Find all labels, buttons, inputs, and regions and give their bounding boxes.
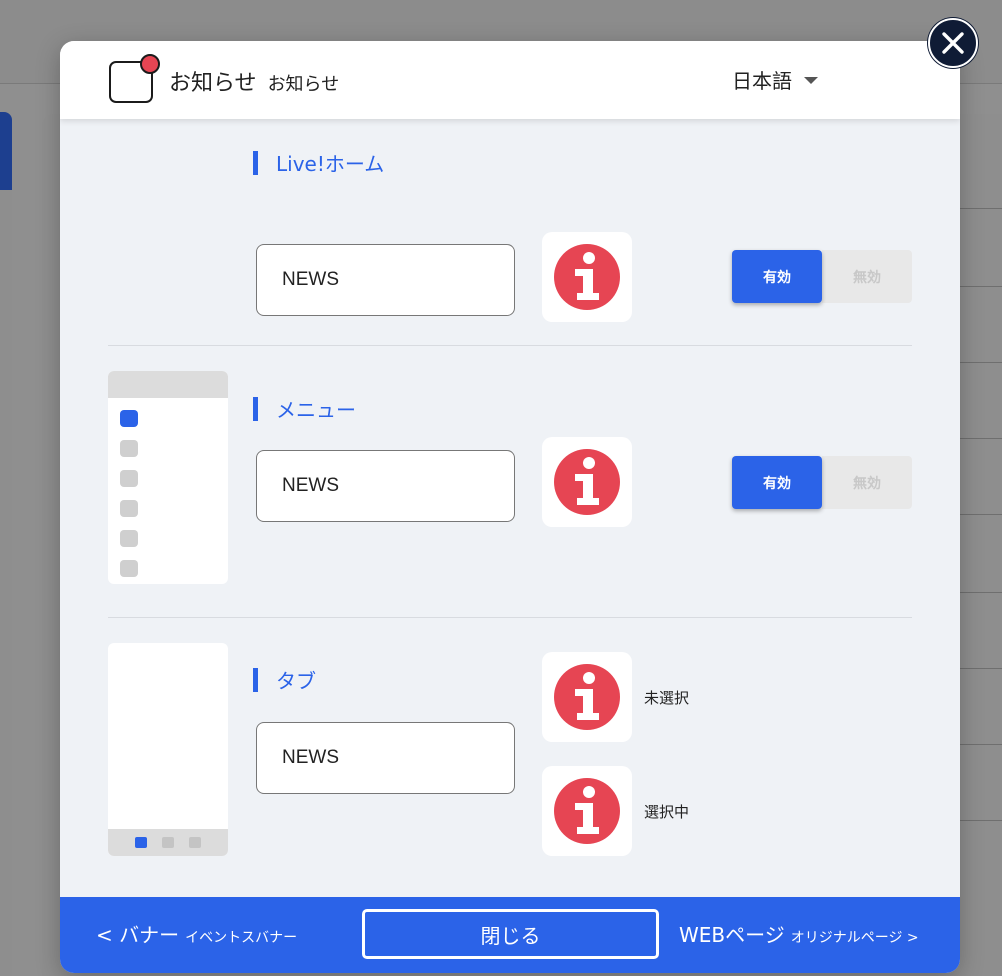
section-label-bar xyxy=(253,150,258,175)
section-label-text: メニュー xyxy=(276,398,356,422)
close-button[interactable]: 閉じる xyxy=(362,909,659,959)
tab-selected-label: 選択中 xyxy=(644,803,690,821)
notification-settings-modal: お知らせ お知らせ 日本語 Live!ホーム NEWS 有効 無効 メニュー N… xyxy=(60,41,960,973)
modal-footer: < バナー イベントスバナー 閉じる WEBページ オリジナルページ > xyxy=(60,897,960,973)
modal-header: お知らせ お知らせ 日本語 xyxy=(60,41,960,119)
close-modal-button[interactable] xyxy=(928,18,978,68)
section-label-text: Live!ホーム xyxy=(276,152,385,176)
info-icon xyxy=(554,244,620,310)
background-row-divider xyxy=(960,286,1002,287)
background-sidebar-active xyxy=(0,112,12,190)
section-divider xyxy=(108,345,912,346)
section-label-live-home: Live!ホーム xyxy=(253,148,384,177)
menu-preview-item xyxy=(120,500,138,517)
background-sidebar xyxy=(0,112,12,976)
tab-preview xyxy=(108,643,228,856)
background-row-divider xyxy=(960,438,1002,439)
background-row-divider xyxy=(960,362,1002,363)
section-label-text: タブ xyxy=(276,669,316,693)
tab-preview-item xyxy=(189,837,201,848)
tab-unselected-icon-picker[interactable] xyxy=(542,652,632,742)
tab-name-field[interactable]: NEWS xyxy=(256,722,515,794)
modal-content: Live!ホーム NEWS 有効 無効 メニュー NEWS 有効 無効 タブ N… xyxy=(60,119,960,897)
next-webpage-link[interactable]: WEBページ オリジナルページ > xyxy=(679,919,919,948)
prev-banner-link[interactable]: < バナー イベントスバナー xyxy=(96,919,297,948)
menu-icon-picker[interactable] xyxy=(542,437,632,527)
modal-title-sub: お知らせ xyxy=(267,74,340,95)
language-select-value: 日本語 xyxy=(732,69,792,93)
caret-down-icon xyxy=(804,77,818,84)
tab-unselected-label: 未選択 xyxy=(644,689,690,707)
section-label-bar xyxy=(253,667,258,692)
background-row-divider xyxy=(960,744,1002,745)
menu-preview xyxy=(108,371,228,584)
background-row-divider xyxy=(960,592,1002,593)
notification-badge xyxy=(140,54,160,74)
tab-preview-item xyxy=(162,837,174,848)
info-icon xyxy=(554,664,620,730)
live-home-disable-button[interactable]: 無効 xyxy=(822,250,912,303)
menu-preview-header xyxy=(108,371,228,398)
info-icon xyxy=(554,778,620,844)
prev-link-label: < バナー xyxy=(96,923,180,947)
section-label-bar xyxy=(253,396,258,421)
menu-enable-button[interactable]: 有効 xyxy=(732,456,822,509)
next-link-sub: オリジナルページ > xyxy=(790,930,919,946)
background-row-divider xyxy=(960,208,1002,209)
menu-preview-item xyxy=(120,560,138,577)
section-label-menu: メニュー xyxy=(253,394,356,423)
menu-disable-button[interactable]: 無効 xyxy=(822,456,912,509)
prev-link-sub: イベントスバナー xyxy=(185,930,298,946)
language-select[interactable]: 日本語 xyxy=(732,65,818,94)
background-row-divider xyxy=(960,668,1002,669)
menu-toggle: 有効 無効 xyxy=(732,456,912,509)
info-icon xyxy=(554,449,620,515)
menu-preview-item xyxy=(120,530,138,547)
notification-icon xyxy=(109,54,160,103)
menu-name-field[interactable]: NEWS xyxy=(256,450,515,522)
close-icon xyxy=(942,32,964,54)
menu-preview-item xyxy=(120,440,138,457)
next-link-label: WEBページ xyxy=(679,923,785,947)
menu-preview-item-active xyxy=(120,410,138,427)
live-home-toggle: 有効 無効 xyxy=(732,250,912,303)
tab-selected-icon-picker[interactable] xyxy=(542,766,632,856)
modal-title: お知らせ お知らせ xyxy=(169,65,339,97)
tab-preview-item-active xyxy=(135,837,147,848)
section-divider xyxy=(108,617,912,618)
background-row-divider xyxy=(960,820,1002,821)
live-home-enable-button[interactable]: 有効 xyxy=(732,250,822,303)
tab-preview-bar xyxy=(108,829,228,856)
modal-title-main: お知らせ xyxy=(169,71,257,96)
menu-preview-item xyxy=(120,470,138,487)
section-label-tab: タブ xyxy=(253,665,316,694)
live-home-icon-picker[interactable] xyxy=(542,232,632,322)
background-row-divider xyxy=(960,514,1002,515)
live-home-name-field[interactable]: NEWS xyxy=(256,244,515,316)
